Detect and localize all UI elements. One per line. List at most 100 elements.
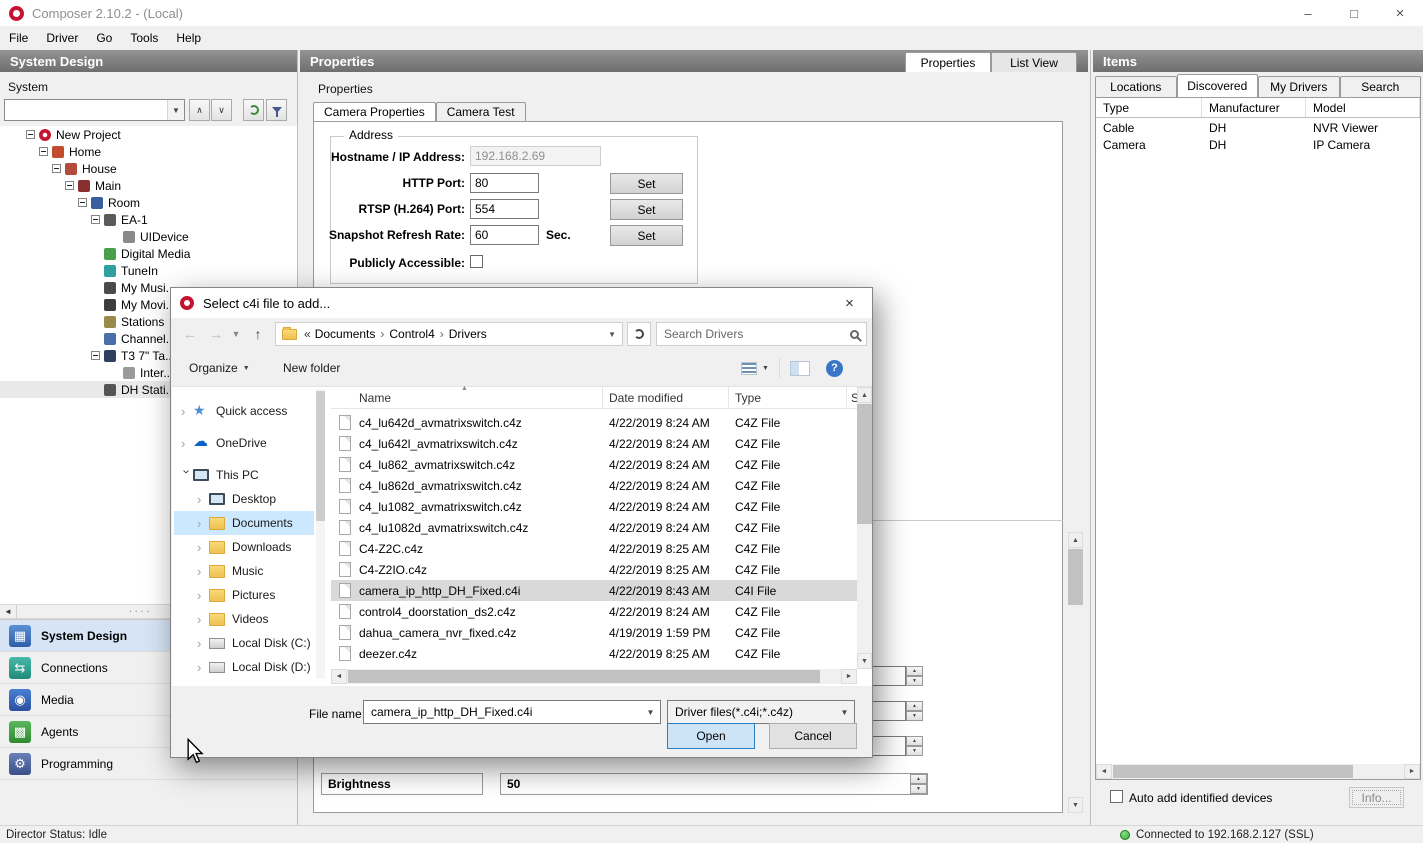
tree-item[interactable]: EA-1 [0,211,297,228]
sidebar-item[interactable]: › OneDrive [174,431,314,455]
tree-item[interactable]: Room [0,194,297,211]
column-header-date[interactable]: Date modified [603,387,729,408]
expand-toggle-icon[interactable] [39,147,48,156]
back-button[interactable]: ← [177,321,203,347]
refresh-button[interactable] [243,99,264,121]
items-column-header[interactable]: Type [1096,98,1202,117]
scrollbar-thumb[interactable] [1113,765,1353,778]
preview-pane-icon[interactable] [790,361,810,376]
system-combo[interactable]: ▼ [4,99,185,121]
file-row[interactable]: c4_lu1082_avmatrixswitch.c4z 4/22/2019 8… [331,496,857,517]
info-button[interactable]: Info... [1349,787,1404,808]
address-bar[interactable]: « ›Documents›Control4›Drivers ▼ [275,322,623,346]
minimize-button[interactable]: – [1285,0,1331,26]
new-folder-button[interactable]: New folder [283,361,340,375]
items-horizontal-scrollbar[interactable]: ◄ ► [1096,764,1420,779]
sidebar-item[interactable]: › Local Disk (D:) [174,655,314,679]
forward-button[interactable]: → [203,321,229,347]
chevron-down-icon[interactable]: ▼ [167,100,184,120]
chevron-right-icon[interactable]: › [197,612,209,627]
help-icon[interactable]: ? [826,360,843,377]
menu-item[interactable]: File [0,26,37,50]
brightness-value-cell[interactable]: 50 [500,773,928,795]
tree-item[interactable]: Main [0,177,297,194]
spin-up-icon[interactable]: ▲ [906,736,923,746]
items-tab[interactable]: Search [1340,76,1422,97]
expand-toggle-icon[interactable] [65,181,74,190]
file-type-combo[interactable]: Driver files(*.c4i;*.c4z) ▼ [667,700,855,724]
property-spinner[interactable]: ▲▼ [906,666,923,686]
spin-down-icon[interactable]: ▼ [910,784,927,794]
chevron-right-icon[interactable]: › [181,404,193,419]
dialog-close-button[interactable]: × [827,288,872,318]
expand-toggle-icon[interactable] [91,215,100,224]
file-row[interactable]: deezer.c4z 4/22/2019 8:25 AM C4Z File [331,643,857,664]
up-button[interactable]: ↑ [245,321,271,347]
expand-toggle-icon[interactable] [78,198,87,207]
chevron-right-icon[interactable]: › [197,540,209,555]
menu-item[interactable]: Help [167,26,210,50]
filter-button[interactable] [266,99,287,121]
property-spinner[interactable]: ▲▼ [906,736,923,756]
scroll-down-icon[interactable]: ▼ [1068,797,1083,813]
file-list-vertical-scrollbar[interactable]: ▲ ▼ [857,387,872,669]
breadcrumb-item[interactable]: ›Drivers [435,327,487,341]
hostname-input[interactable]: 192.168.2.69 [470,146,601,166]
device-row[interactable]: Camera DH IP Camera [1096,136,1420,153]
rtsp-port-input[interactable]: 554 [470,199,539,219]
device-row[interactable]: Cable DH NVR Viewer [1096,119,1420,136]
sidebar-item[interactable]: › Documents [174,511,314,535]
expand-toggle-icon[interactable] [52,164,61,173]
sidebar-item[interactable]: › Pictures [174,583,314,607]
search-icon[interactable] [850,330,859,339]
column-header-type[interactable]: Type [729,387,847,408]
camera-tab[interactable]: Camera Test [436,102,526,121]
scroll-left-icon[interactable]: ◄ [0,605,17,618]
chevron-right-icon[interactable]: › [197,636,209,651]
close-button[interactable]: × [1377,0,1423,26]
items-tab[interactable]: My Drivers [1258,76,1340,97]
file-row[interactable]: c4_lu642l_avmatrixswitch.c4z 4/22/2019 8… [331,433,857,454]
chevron-right-icon[interactable]: › [197,588,209,603]
column-header-size[interactable]: Si [847,387,857,408]
file-row[interactable]: c4_lu862_avmatrixswitch.c4z 4/22/2019 8:… [331,454,857,475]
chevron-right-icon[interactable]: › [197,660,209,675]
property-spinner[interactable]: ▲▼ [906,701,923,721]
scrollbar-thumb[interactable] [316,391,325,521]
tree-item[interactable]: UIDevice [0,228,297,245]
chevron-right-icon[interactable]: › [197,564,209,579]
file-row[interactable]: control4_doorstation_ds2.c4z 4/22/2019 8… [331,601,857,622]
scroll-up-icon[interactable]: ▲ [1068,532,1083,548]
breadcrumb-item[interactable]: ›Documents [315,327,376,341]
spin-up-icon[interactable]: ▲ [906,701,923,711]
auto-add-checkbox[interactable] [1110,790,1123,803]
scrollbar-thumb[interactable] [857,404,872,524]
refresh-button[interactable] [627,322,651,346]
tree-item[interactable]: Digital Media [0,245,297,262]
menu-item[interactable]: Go [87,26,121,50]
sidebar-item[interactable]: › This PC [174,463,314,487]
items-column-header[interactable]: Model [1306,98,1420,117]
set-http-port-button[interactable]: Set [610,173,683,194]
file-row[interactable]: C4-Z2C.c4z 4/22/2019 8:25 AM C4Z File [331,538,857,559]
file-list-horizontal-scrollbar[interactable]: ◄ ► [331,669,857,684]
view-tab[interactable]: List View [991,52,1077,72]
items-tab[interactable]: Locations [1095,76,1177,97]
scrollbar-thumb[interactable] [348,670,820,683]
scrollbar-thumb[interactable] [1068,549,1083,605]
file-row[interactable]: c4_lu1082d_avmatrixswitch.c4z 4/22/2019 … [331,517,857,538]
splitter-grip-icon[interactable]: ∙∙∙∙ [129,606,152,617]
open-button[interactable]: Open [667,723,755,749]
scroll-left-icon[interactable]: ◄ [1096,764,1112,779]
brightness-spinner[interactable]: ▲▼ [910,774,927,794]
tree-item[interactable]: House [0,160,297,177]
set-rtsp-port-button[interactable]: Set [610,199,683,220]
items-column-header[interactable]: Manufacturer [1202,98,1306,117]
scroll-left-icon[interactable]: ◄ [331,669,347,684]
menu-item[interactable]: Driver [37,26,87,50]
view-tab[interactable]: Properties [905,52,991,72]
tree-item[interactable]: New Project [0,126,297,143]
sidebar-item[interactable]: › Downloads [174,535,314,559]
spin-up-icon[interactable]: ▲ [906,666,923,676]
camera-tab[interactable]: Camera Properties [313,102,436,121]
